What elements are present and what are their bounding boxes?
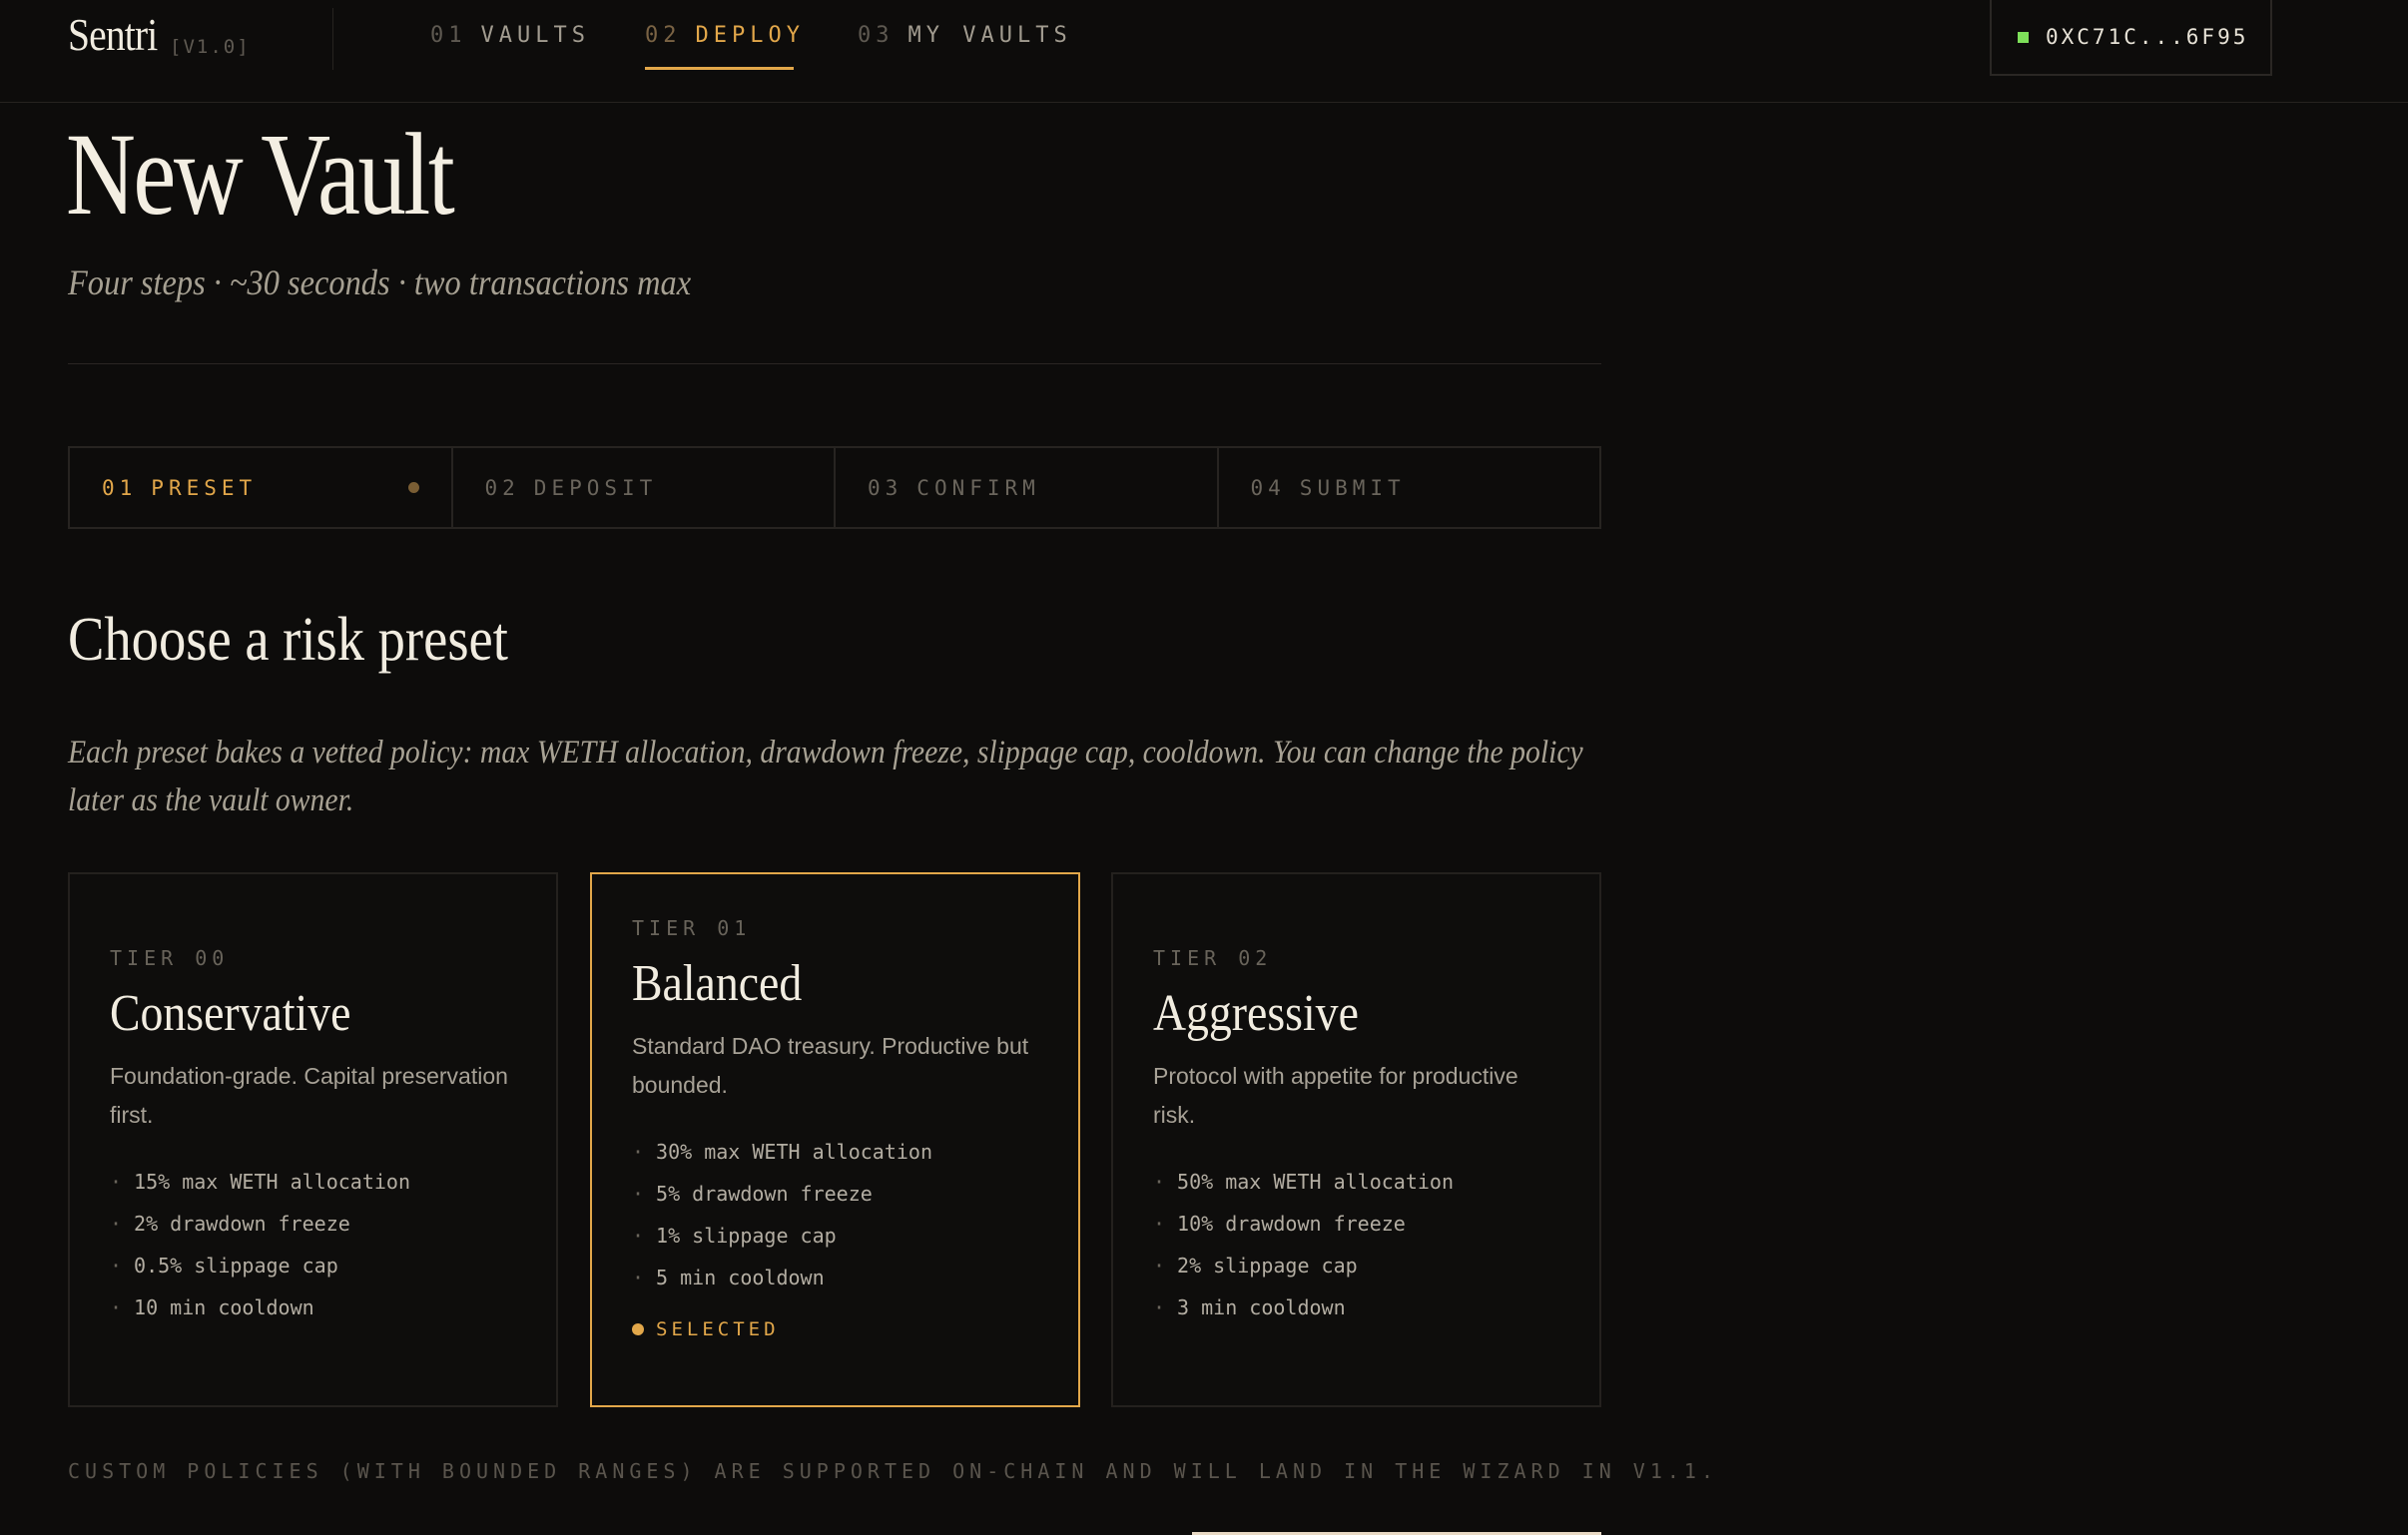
preset-feature-list: · 50% max WETH allocation · 10% drawdown f… xyxy=(1153,1161,1559,1328)
step-deposit[interactable]: 02 DEPOSIT xyxy=(453,448,836,527)
brand-logo[interactable]: Sentri xyxy=(68,8,158,61)
nav-item-my-vaults[interactable]: 03 MY VAULTS xyxy=(858,23,1072,48)
custom-policy-note: CUSTOM POLICIES (WITH BOUNDED RANGES) AR… xyxy=(68,1459,1718,1483)
selected-dot-icon xyxy=(632,1323,644,1335)
preset-feature-list: · 30% max WETH allocation · 5% drawdown fr… xyxy=(632,1131,1038,1298)
preset-feature: · 2% slippage cap xyxy=(1153,1254,1358,1278)
preset-feature: · 50% max WETH allocation xyxy=(1153,1170,1454,1194)
preset-card-aggressive[interactable]: TIER 02 Aggressive Protocol with appetit… xyxy=(1111,872,1601,1407)
preset-feature: · 15% max WETH allocation xyxy=(110,1170,410,1194)
wallet-button[interactable]: 0XC71C...6F95 xyxy=(1990,0,2272,76)
preset-feature: · 0.5% slippage cap xyxy=(110,1254,338,1278)
nav-item-label: MY VAULTS xyxy=(907,23,1072,48)
wallet-address: 0XC71C...6F95 xyxy=(2046,25,2249,49)
feature-text: 50% max WETH allocation xyxy=(1177,1170,1454,1194)
version-tag: [V1.0] xyxy=(170,36,251,58)
header-divider xyxy=(332,8,333,70)
step-number: 01 xyxy=(102,475,138,500)
step-label: CONFIRM xyxy=(916,475,1040,500)
nav-item-vaults[interactable]: 01 VAULTS xyxy=(430,23,590,48)
nav-item-number: 03 xyxy=(858,23,895,48)
feature-text: 5 min cooldown xyxy=(656,1266,825,1289)
nav-item-number: 02 xyxy=(645,23,682,48)
step-preset[interactable]: 01 PRESET xyxy=(70,448,453,527)
feature-text: 10 min cooldown xyxy=(134,1295,314,1319)
preset-description: Standard DAO treasury. Productive but bo… xyxy=(632,1033,1029,1098)
preset-card-balanced[interactable]: TIER 01 Balanced Standard DAO treasury. … xyxy=(590,872,1080,1407)
preset-name: Conservative xyxy=(110,985,351,1042)
selected-badge: SELECTED xyxy=(632,1318,1038,1340)
preset-feature: · 1% slippage cap xyxy=(632,1224,837,1248)
feature-text: 2% drawdown freeze xyxy=(134,1212,350,1236)
preset-feature: · 5% drawdown freeze xyxy=(632,1182,873,1206)
preset-name: Aggressive xyxy=(1153,985,1359,1042)
page-subtitle: Four steps · ~30 seconds · two transacti… xyxy=(68,262,692,302)
top-nav-bar: Sentri [V1.0] 01 VAULTS 02 DEPLOY 03 MY VAU… xyxy=(0,0,2408,103)
preset-feature: · 10 min cooldown xyxy=(110,1295,314,1319)
feature-text: 2% slippage cap xyxy=(1177,1254,1358,1278)
wizard-stepper: 01 PRESET 02 DEPOSIT 03 CONFIRM 04 SUBMIT xyxy=(68,446,1601,529)
section-title: Choose a risk preset xyxy=(68,606,508,674)
feature-text: 3 min cooldown xyxy=(1177,1295,1346,1319)
preset-feature: · 3 min cooldown xyxy=(1153,1295,1346,1319)
step-number: 04 xyxy=(1250,475,1286,500)
preset-tier: TIER 01 xyxy=(632,916,752,940)
step-number: 02 xyxy=(484,475,520,500)
preset-feature: · 2% drawdown freeze xyxy=(110,1212,350,1236)
step-number: 03 xyxy=(868,475,903,500)
preset-tier: TIER 00 xyxy=(110,946,230,970)
active-nav-indicator xyxy=(645,67,794,70)
preset-name: Balanced xyxy=(632,955,803,1012)
section-divider xyxy=(68,363,1601,364)
nav-item-deploy[interactable]: 02 DEPLOY xyxy=(645,23,805,48)
feature-text: 30% max WETH allocation xyxy=(656,1140,932,1164)
step-confirm[interactable]: 03 CONFIRM xyxy=(836,448,1219,527)
preset-feature: · 5 min cooldown xyxy=(632,1266,825,1289)
page-title: New Vault xyxy=(66,109,455,240)
nav-item-label: DEPLOY xyxy=(695,23,805,48)
connected-dot-icon xyxy=(2018,31,2029,43)
preset-card-conservative[interactable]: TIER 00 Conservative Foundation-grade. C… xyxy=(68,872,558,1407)
nav-item-label: VAULTS xyxy=(480,23,590,48)
preset-feature-list: · 15% max WETH allocation · 2% drawdown fr… xyxy=(110,1161,516,1328)
feature-text: 10% drawdown freeze xyxy=(1177,1212,1406,1236)
preset-description: Protocol with appetite for productive ri… xyxy=(1153,1063,1518,1128)
step-label: DEPOSIT xyxy=(533,475,658,500)
feature-text: 1% slippage cap xyxy=(656,1224,837,1248)
current-step-dot-icon xyxy=(407,482,419,493)
section-description: Each preset bakes a vetted policy: max W… xyxy=(68,735,1583,818)
nav-item-number: 01 xyxy=(430,23,467,48)
selected-label: SELECTED xyxy=(656,1318,780,1340)
step-label: SUBMIT xyxy=(1299,475,1406,500)
preset-feature: · 30% max WETH allocation xyxy=(632,1140,932,1164)
preset-feature: · 10% drawdown freeze xyxy=(1153,1212,1406,1236)
step-label: PRESET xyxy=(151,475,258,500)
feature-text: 0.5% slippage cap xyxy=(134,1254,338,1278)
feature-text: 5% drawdown freeze xyxy=(656,1182,873,1206)
preset-tier: TIER 02 xyxy=(1153,946,1273,970)
preset-description: Foundation-grade. Capital preservation f… xyxy=(110,1063,508,1128)
feature-text: 15% max WETH allocation xyxy=(134,1170,410,1194)
step-submit[interactable]: 04 SUBMIT xyxy=(1219,448,1600,527)
